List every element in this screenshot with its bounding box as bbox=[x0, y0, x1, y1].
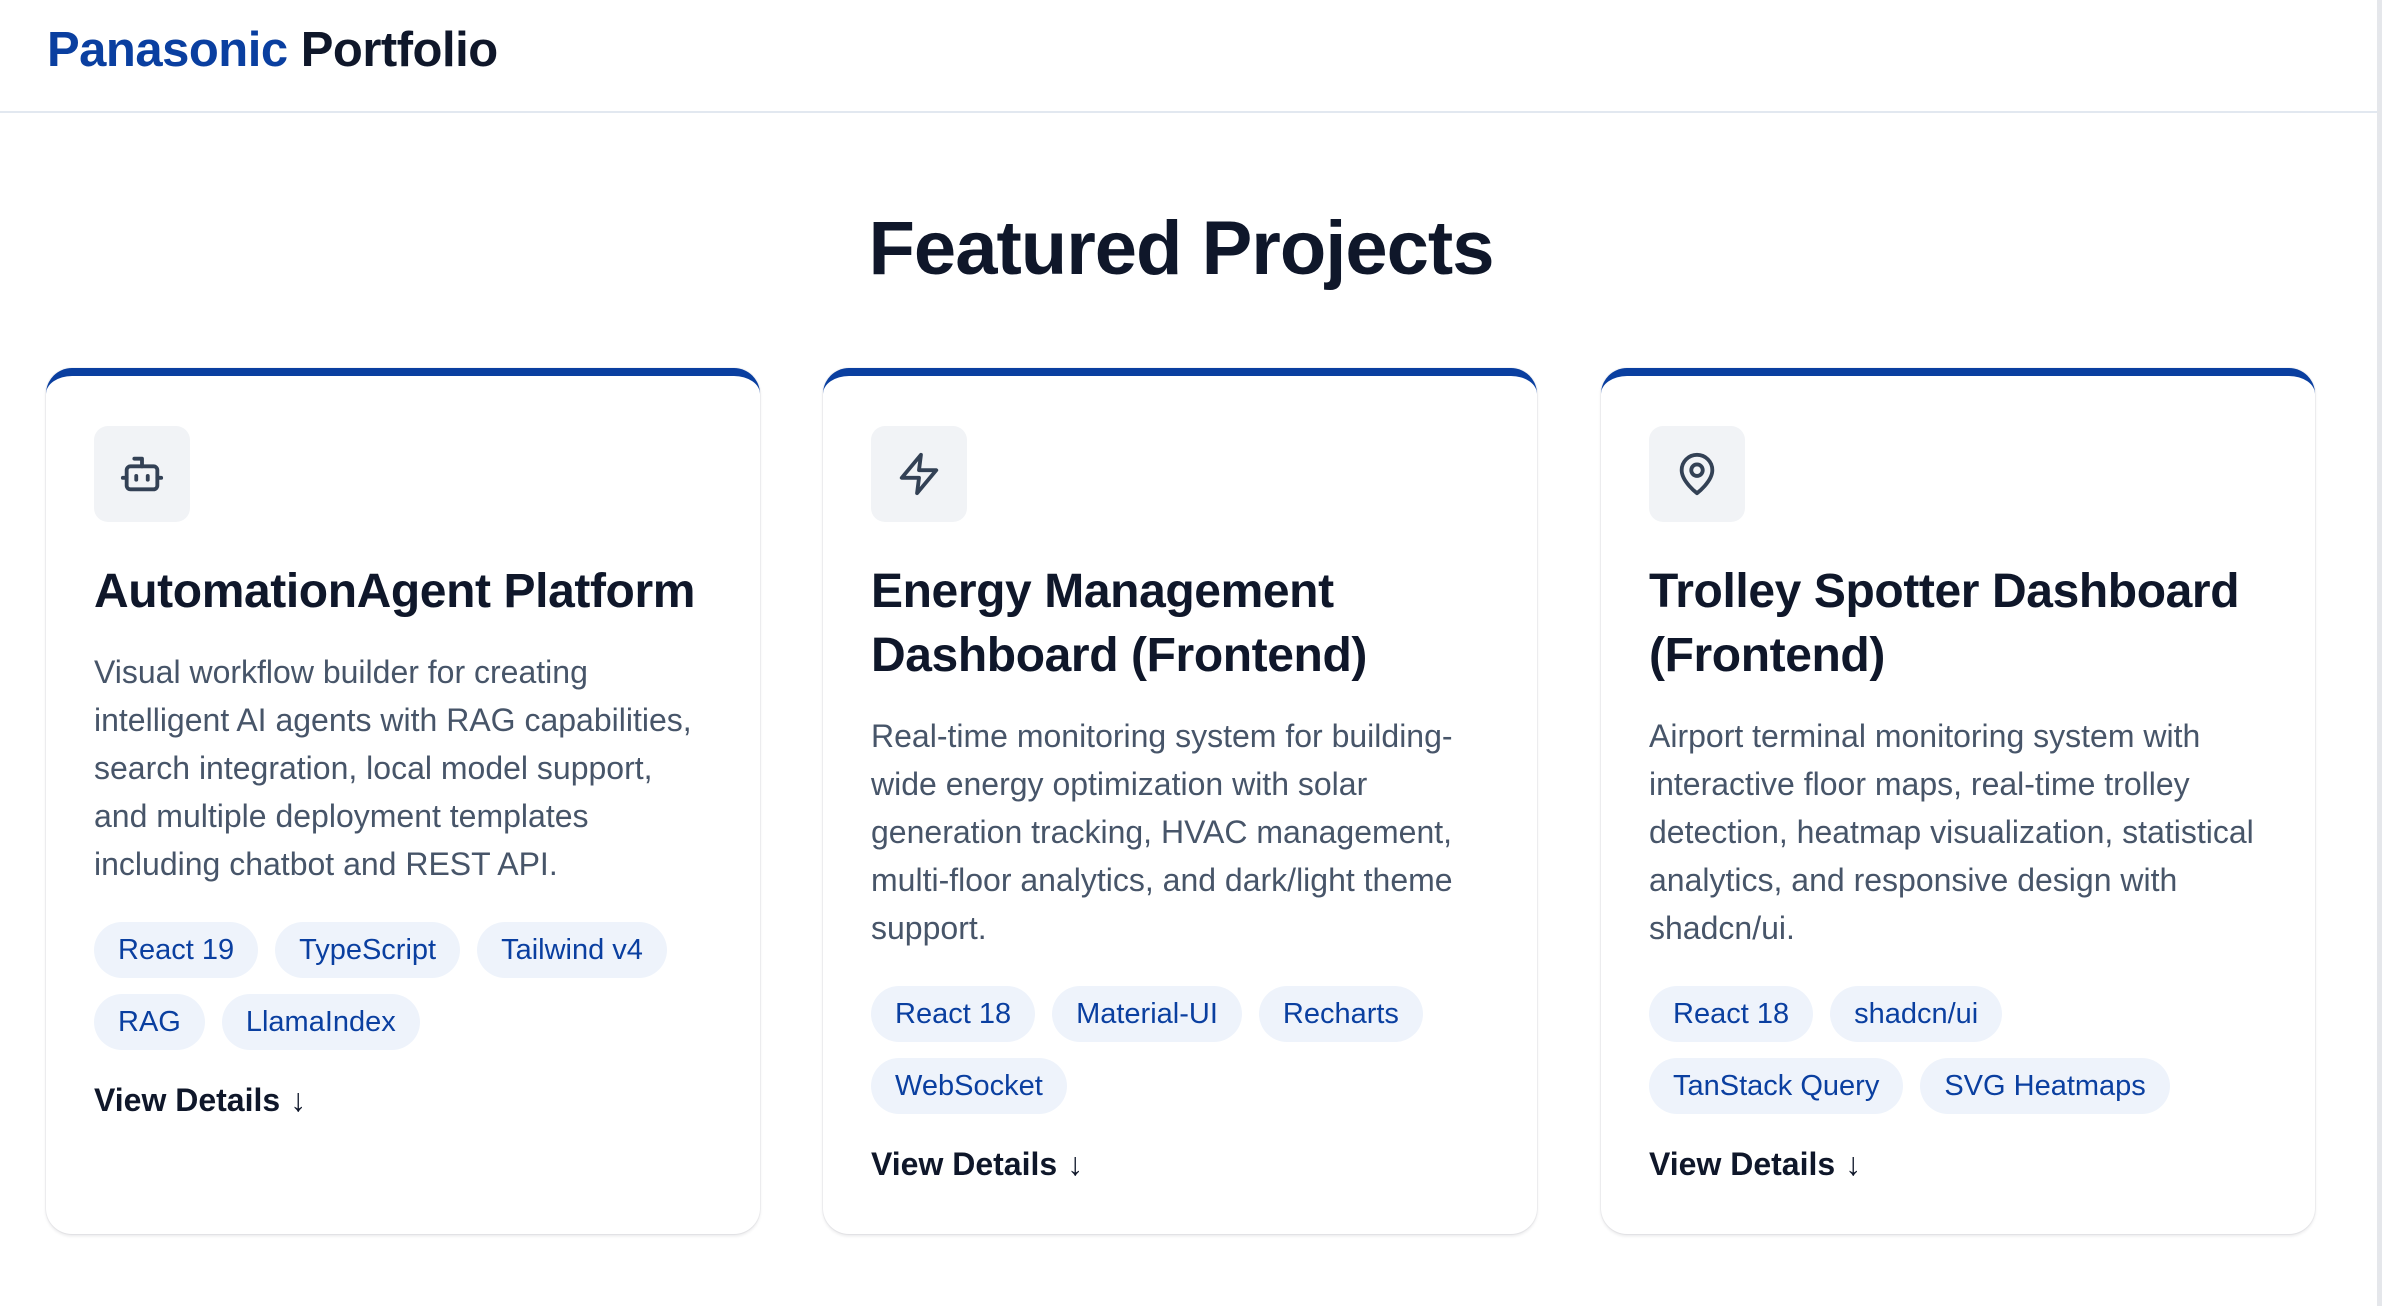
brand-primary: Panasonic bbox=[47, 23, 288, 77]
robot-icon bbox=[94, 426, 190, 522]
tech-tag: TypeScript bbox=[275, 922, 461, 978]
arrow-down-icon: ↓ bbox=[1067, 1146, 1084, 1182]
tech-tag: shadcn/ui bbox=[1830, 986, 2003, 1042]
brand-logo[interactable]: Panasonic Portfolio bbox=[47, 22, 498, 78]
tech-tag: Material-UI bbox=[1052, 986, 1242, 1042]
tech-tag: LlamaIndex bbox=[221, 994, 420, 1050]
project-description: Airport terminal monitoring system with … bbox=[1649, 718, 2254, 946]
tech-tag: TanStack Query bbox=[1649, 1058, 1904, 1114]
scrollbar-track[interactable] bbox=[2377, 0, 2382, 1306]
tech-tag: React 19 bbox=[94, 922, 259, 978]
project-card-automation-agent: AutomationAgent Platform Visual workflow… bbox=[46, 368, 760, 1234]
tech-tag: SVG Heatmaps bbox=[1920, 1058, 2170, 1114]
view-details-label: View Details bbox=[1649, 1146, 1836, 1182]
section-title: Featured Projects bbox=[868, 206, 1495, 291]
top-navigation-bar: Panasonic Portfolio bbox=[0, 0, 2382, 113]
project-title: AutomationAgent Platform bbox=[94, 565, 696, 618]
view-details-button[interactable]: View Details ↓ bbox=[871, 1146, 1083, 1183]
project-title: Trolley Spotter Dashboard (Frontend) bbox=[1649, 565, 2240, 682]
arrow-down-icon: ↓ bbox=[290, 1082, 307, 1118]
tech-tag-list: React 19 TypeScript Tailwind v4 RAG Llam… bbox=[94, 922, 712, 1050]
view-details-button[interactable]: View Details ↓ bbox=[1649, 1146, 1861, 1183]
brand-secondary: Portfolio bbox=[300, 23, 498, 77]
map-pin-icon bbox=[1649, 426, 1745, 522]
tech-tag: WebSocket bbox=[871, 1058, 1067, 1114]
view-details-label: View Details bbox=[871, 1146, 1058, 1182]
tech-tag: Recharts bbox=[1258, 986, 1423, 1042]
view-details-label: View Details bbox=[94, 1082, 281, 1118]
project-title: Energy Management Dashboard (Frontend) bbox=[871, 565, 1367, 682]
tech-tag: Tailwind v4 bbox=[477, 922, 667, 978]
view-details-button[interactable]: View Details ↓ bbox=[94, 1082, 306, 1119]
lightning-icon bbox=[871, 426, 967, 522]
arrow-down-icon: ↓ bbox=[1845, 1146, 1862, 1182]
tech-tag: React 18 bbox=[1649, 986, 1814, 1042]
tech-tag-list: React 18 Material-UI Recharts WebSocket bbox=[871, 986, 1489, 1114]
tech-tag: React 18 bbox=[871, 986, 1036, 1042]
tech-tag: RAG bbox=[94, 994, 205, 1050]
tech-tag-list: React 18 shadcn/ui TanStack Query SVG He… bbox=[1649, 986, 2267, 1114]
project-card-trolley-spotter: Trolley Spotter Dashboard (Frontend) Air… bbox=[1601, 368, 2315, 1234]
project-description: Visual workflow builder for creating int… bbox=[94, 654, 692, 882]
project-description: Real-time monitoring system for building… bbox=[871, 718, 1453, 946]
project-card-energy-management: Energy Management Dashboard (Frontend) R… bbox=[823, 368, 1537, 1234]
